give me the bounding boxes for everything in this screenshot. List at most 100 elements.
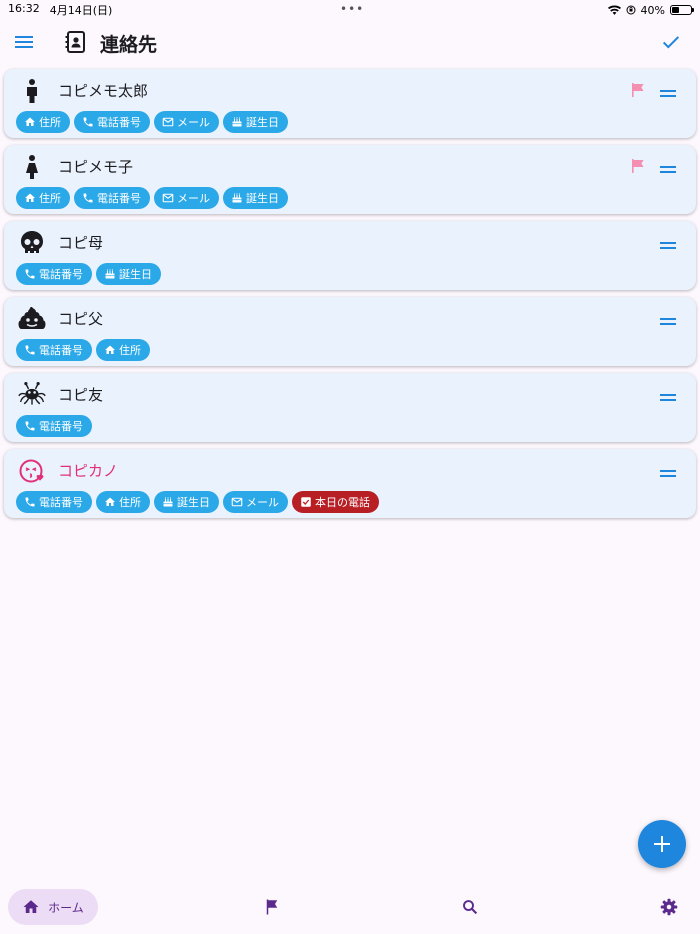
check-icon[interactable] [660,31,682,53]
battery-icon [670,5,694,15]
phone-icon [82,116,94,128]
menu-icon[interactable] [14,32,34,52]
contact-card[interactable]: コピ友電話番号 [4,373,696,442]
home-icon [23,900,39,913]
flag-icon[interactable] [630,158,646,174]
contact-card[interactable]: コピメモ太郎住所 電話番号 メール 誕生日 [4,69,696,138]
info-chip[interactable]: メール [154,187,219,209]
home-icon [104,496,116,508]
chip-label: 住所 [39,192,61,205]
contact-name: コピ友 [58,386,104,404]
contact-name: コピメモ太郎 [58,82,149,100]
plus-icon [654,836,670,852]
contact-name: コピカノ [58,462,119,480]
chip-label: 電話番号 [39,344,83,357]
nav-home-label: ホーム [48,900,84,915]
info-chip[interactable]: 誕生日 [223,111,288,133]
chip-label: 本日の電話 [315,496,370,509]
cake-icon [104,268,116,280]
contact-name: コピ母 [58,234,104,252]
info-chip[interactable]: 誕生日 [96,263,161,285]
spaghetti-monster-icon [18,381,46,409]
skull-icon [18,229,46,257]
drag-handle-icon[interactable] [660,160,676,173]
info-chip[interactable]: 電話番号 [74,111,150,133]
cake-icon [231,116,243,128]
info-chip[interactable]: 住所 [96,339,150,361]
phone-icon [24,496,36,508]
contact-card[interactable]: コピメモ子住所 電話番号 メール 誕生日 [4,145,696,214]
chip-label: 電話番号 [97,116,141,129]
info-chip[interactable]: 電話番号 [74,187,150,209]
phone-icon [24,420,36,432]
contact-card[interactable]: コピカノ電話番号 住所 誕生日 メール 本日の電話 [4,449,696,518]
poop-icon [18,305,46,333]
page-title: 連絡先 [100,34,158,56]
home-icon [24,192,36,204]
chip-row: 住所 電話番号 メール 誕生日 [16,111,288,133]
battery-level [672,7,680,13]
chip-label: 住所 [119,496,141,509]
info-chip[interactable]: メール [154,111,219,133]
chip-row: 住所 電話番号 メール 誕生日 [16,187,288,209]
cake-icon [231,192,243,204]
phone-icon [24,344,36,356]
info-chip[interactable]: 誕生日 [154,491,219,513]
chip-label: 誕生日 [246,116,279,129]
contact-card[interactable]: コピ父電話番号 住所 [4,297,696,366]
drag-handle-icon[interactable] [660,236,676,249]
chip-row: 電話番号 [16,415,92,437]
app-bar: 連絡先 [0,22,700,62]
info-chip[interactable]: 電話番号 [16,491,92,513]
drag-handle-icon[interactable] [660,388,676,401]
chip-label: メール [177,192,210,205]
info-chip[interactable]: 住所 [96,491,150,513]
info-chip[interactable]: 電話番号 [16,263,92,285]
contacts-book-icon [65,31,85,53]
mail-icon [231,496,243,508]
chip-label: 誕生日 [246,192,279,205]
bottom-navigation: ホーム [0,882,700,934]
info-chip[interactable]: 電話番号 [16,415,92,437]
checkbox-icon [300,496,312,508]
mail-icon [162,192,174,204]
nav-home[interactable]: ホーム [8,889,98,925]
chip-row: 電話番号 住所 誕生日 メール 本日の電話 [16,491,379,513]
chip-label: 電話番号 [97,192,141,205]
multitask-dots-icon[interactable]: ••• [340,2,364,16]
nav-settings-icon[interactable] [660,898,678,916]
kiss-face-icon [18,457,46,485]
contact-card[interactable]: コピ母電話番号 誕生日 [4,221,696,290]
home-icon [24,116,36,128]
orientation-lock-icon [626,5,636,15]
info-chip[interactable]: 住所 [16,187,70,209]
status-time: 16:32 [8,2,40,15]
add-contact-button[interactable] [638,820,686,868]
flag-icon[interactable] [630,82,646,98]
drag-handle-icon[interactable] [660,312,676,325]
person-icon [18,77,46,105]
chip-label: 電話番号 [39,268,83,281]
phone-icon [82,192,94,204]
person-dress-icon [18,153,46,181]
nav-search-icon[interactable] [461,898,479,916]
contact-name: コピメモ子 [58,158,134,176]
chip-label: メール [177,116,210,129]
info-chip[interactable]: 住所 [16,111,70,133]
chip-label: 電話番号 [39,420,83,433]
chip-row: 電話番号 住所 [16,339,150,361]
drag-handle-icon[interactable] [660,84,676,97]
mail-icon [162,116,174,128]
cake-icon [162,496,174,508]
nav-flag-icon[interactable] [263,898,281,916]
info-chip[interactable]: 誕生日 [223,187,288,209]
info-chip[interactable]: 電話番号 [16,339,92,361]
chip-label: 誕生日 [177,496,210,509]
chip-label: 誕生日 [119,268,152,281]
info-chip[interactable]: メール [223,491,288,513]
chip-label: メール [246,496,279,509]
drag-handle-icon[interactable] [660,464,676,477]
wifi-icon [607,5,621,15]
contact-name: コピ父 [58,310,104,328]
info-chip[interactable]: 本日の電話 [292,491,379,513]
